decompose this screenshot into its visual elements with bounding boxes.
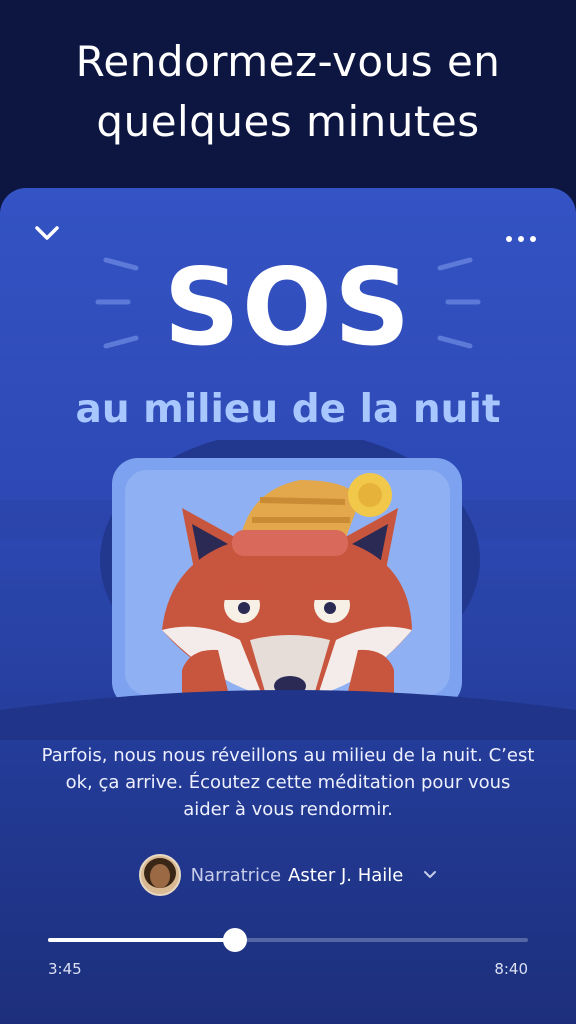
progress-track[interactable] bbox=[48, 928, 528, 952]
narrator-avatar bbox=[138, 854, 181, 896]
meditation-description: Parfois, nous nous réveillons au milieu … bbox=[41, 745, 535, 820]
narrator-prefix: Narratrice bbox=[190, 864, 282, 886]
narrator-row[interactable]: Narratrice Aster J. Haile bbox=[0, 854, 576, 896]
progress-fill bbox=[48, 938, 236, 942]
narrator-name: Aster J. Haile bbox=[288, 864, 404, 886]
elapsed-time: 3:45 bbox=[48, 960, 82, 978]
total-time: 8:40 bbox=[494, 960, 528, 978]
more-dots-icon[interactable] bbox=[506, 236, 536, 242]
card-subtitle: au milieu de la nuit bbox=[75, 387, 501, 432]
page-headline: Rendormez-vous en quelques minutes bbox=[75, 37, 501, 146]
chevron-down-icon[interactable] bbox=[423, 870, 437, 880]
card-title: SOS bbox=[163, 246, 413, 369]
chevron-down-icon[interactable] bbox=[34, 224, 60, 242]
progress-thumb[interactable] bbox=[223, 928, 248, 952]
sleeping-fox-illustration bbox=[0, 440, 576, 740]
